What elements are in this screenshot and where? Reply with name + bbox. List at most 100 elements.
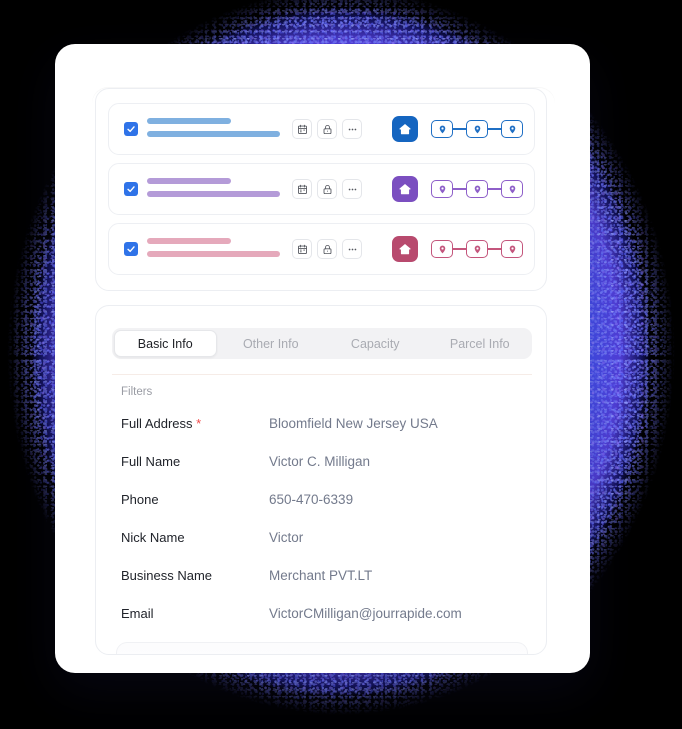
form-field: Full Name Victor C. Milligan <box>121 454 531 474</box>
location-pin-chain <box>431 180 523 198</box>
field-label: Email <box>121 606 154 621</box>
location-pin-chip[interactable] <box>466 120 488 138</box>
location-pin-chip[interactable] <box>501 240 523 258</box>
map-pin-icon <box>438 185 447 194</box>
form-field: Full Address * Bloomfield New Jersey USA <box>121 416 531 436</box>
field-label-text: Business Name <box>121 568 213 583</box>
more-options-button[interactable] <box>342 179 362 199</box>
location-pin-chip[interactable] <box>466 180 488 198</box>
property-home-button[interactable] <box>392 236 418 262</box>
calendar-icon <box>297 124 308 135</box>
more-options-button[interactable] <box>342 239 362 259</box>
more-horizontal-icon <box>347 244 358 255</box>
placeholder-bar-primary <box>147 178 231 184</box>
lock-icon <box>322 124 333 135</box>
more-options-button[interactable] <box>342 119 362 139</box>
location-pin-chip[interactable] <box>431 240 453 258</box>
pin-connector-line <box>453 188 466 190</box>
screenshot-stage: Basic Info Other Info Capacity Parcel Info … <box>0 0 682 729</box>
field-label: Phone <box>121 492 159 507</box>
map-pin-icon <box>508 245 517 254</box>
form-field: Nick Name Victor <box>121 530 531 550</box>
pin-connector-line <box>453 248 466 250</box>
map-pin-icon <box>473 185 482 194</box>
row-checkbox[interactable] <box>124 182 138 196</box>
calendar-icon <box>297 184 308 195</box>
field-label-text: Email <box>121 606 154 621</box>
location-pin-chip[interactable] <box>501 120 523 138</box>
map-pin-icon <box>508 185 517 194</box>
field-value[interactable]: 650-470-6339 <box>269 492 353 507</box>
placeholder-bar-secondary <box>147 191 280 197</box>
table-row[interactable] <box>108 223 535 275</box>
placeholder-bar-primary <box>147 118 231 124</box>
map-pin-icon <box>508 125 517 134</box>
more-horizontal-icon <box>347 124 358 135</box>
field-label: Full Name <box>121 454 180 469</box>
field-value[interactable]: VictorCMilligan@jourrapide.com <box>269 606 462 621</box>
lock-button[interactable] <box>317 119 337 139</box>
pin-connector-line <box>453 128 466 130</box>
field-value[interactable]: Victor <box>269 530 303 545</box>
placeholder-bar-secondary <box>147 251 280 257</box>
field-label-text: Nick Name <box>121 530 185 545</box>
map-pin-icon <box>438 125 447 134</box>
rows-panel <box>95 88 547 291</box>
field-label: Full Address * <box>121 416 201 431</box>
location-pin-chain <box>431 120 523 138</box>
placeholder-bar-primary <box>147 238 231 244</box>
home-icon <box>398 122 412 136</box>
field-label: Nick Name <box>121 530 185 545</box>
tab-capacity[interactable]: Capacity <box>325 330 426 357</box>
map-pin-icon <box>438 245 447 254</box>
table-row[interactable] <box>108 163 535 215</box>
table-row[interactable] <box>108 103 535 155</box>
row-checkbox[interactable] <box>124 122 138 136</box>
property-home-button[interactable] <box>392 116 418 142</box>
pin-connector-line <box>488 248 501 250</box>
location-pin-chain <box>431 240 523 258</box>
calendar-button[interactable] <box>292 119 312 139</box>
home-icon <box>398 242 412 256</box>
lock-icon <box>322 244 333 255</box>
location-pin-chip[interactable] <box>501 180 523 198</box>
location-pin-chip[interactable] <box>431 120 453 138</box>
location-pin-chip[interactable] <box>431 180 453 198</box>
required-asterisk: * <box>192 416 202 431</box>
property-home-button[interactable] <box>392 176 418 202</box>
form-field: Email VictorCMilligan@jourrapide.com <box>121 606 531 626</box>
bottom-panel-stub <box>116 642 528 654</box>
tab-parcel-info[interactable]: Parcel Info <box>430 330 531 357</box>
form-field: Business Name Merchant PVT.LT <box>121 568 531 588</box>
calendar-button[interactable] <box>292 179 312 199</box>
pin-connector-line <box>488 128 501 130</box>
field-value[interactable]: Bloomfield New Jersey USA <box>269 416 438 431</box>
field-value[interactable]: Merchant PVT.LT <box>269 568 372 583</box>
lock-icon <box>322 184 333 195</box>
row-placeholder-bars <box>147 118 280 137</box>
row-checkbox[interactable] <box>124 242 138 256</box>
field-label-text: Full Name <box>121 454 181 469</box>
lock-button[interactable] <box>317 239 337 259</box>
detail-panel: Basic Info Other Info Capacity Parcel Info … <box>95 305 547 655</box>
map-pin-icon <box>473 125 482 134</box>
calendar-icon <box>297 244 308 255</box>
tab-divider <box>112 374 532 375</box>
pin-connector-line <box>488 188 501 190</box>
tab-other-info[interactable]: Other Info <box>221 330 322 357</box>
form-field: Phone 650-470-6339 <box>121 492 531 512</box>
location-pin-chip[interactable] <box>466 240 488 258</box>
row-placeholder-bars <box>147 238 280 257</box>
row-placeholder-bars <box>147 178 280 197</box>
field-label-text: Phone <box>121 492 159 507</box>
lock-button[interactable] <box>317 179 337 199</box>
tab-bar: Basic Info Other Info Capacity Parcel Info <box>112 328 532 359</box>
home-icon <box>398 182 412 196</box>
tab-basic-info[interactable]: Basic Info <box>114 330 217 357</box>
calendar-button[interactable] <box>292 239 312 259</box>
field-label-text: Full Address <box>121 416 193 431</box>
more-horizontal-icon <box>347 184 358 195</box>
field-value[interactable]: Victor C. Milligan <box>269 454 370 469</box>
placeholder-bar-secondary <box>147 131 280 137</box>
field-label: Business Name <box>121 568 212 583</box>
